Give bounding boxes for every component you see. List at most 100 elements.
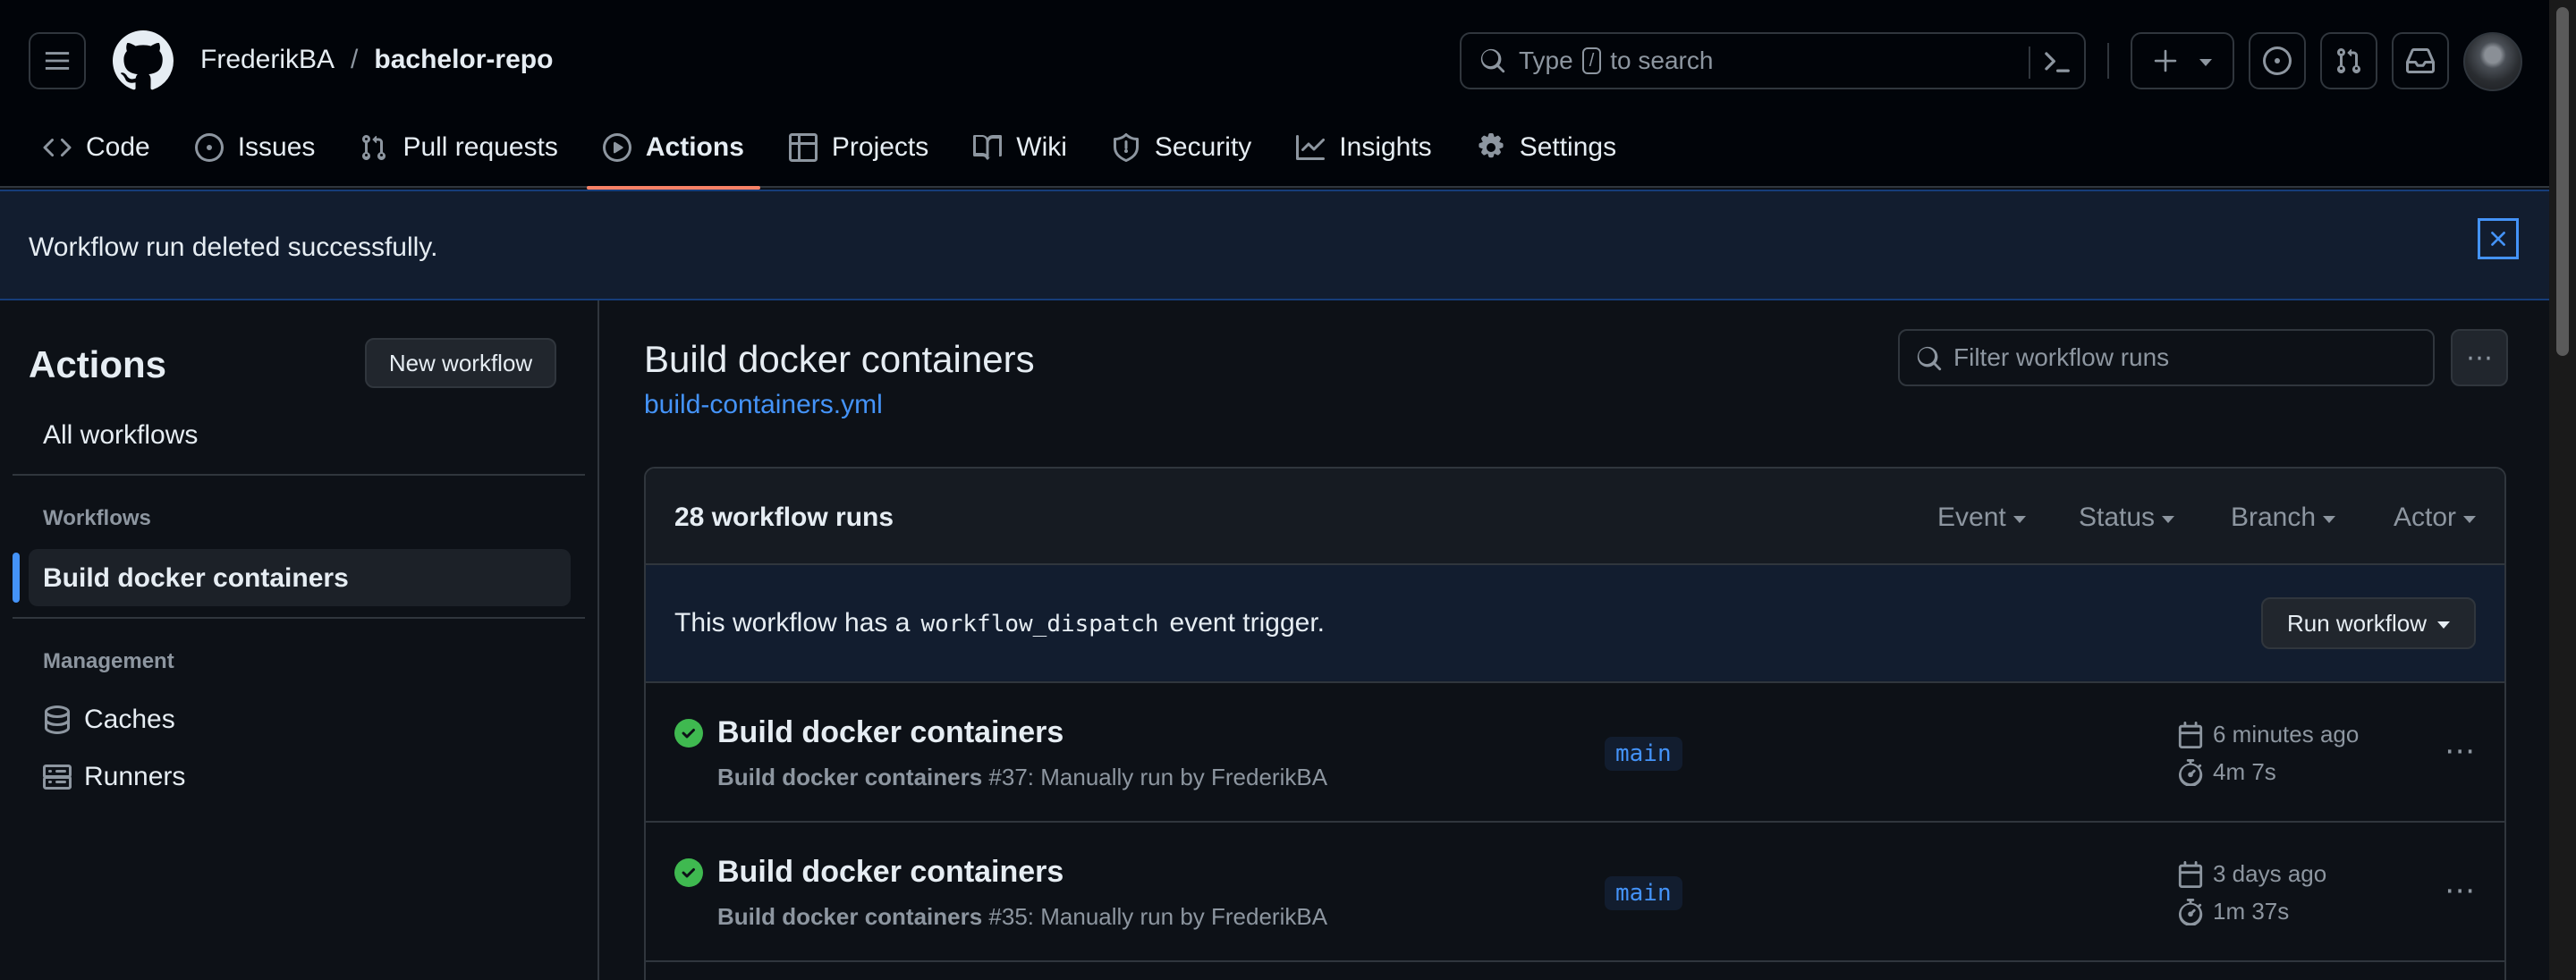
run-menu-button[interactable]: ⋯ — [2440, 873, 2479, 908]
run-duration: 4m 7s — [2177, 758, 2276, 786]
sidebar-item-runners[interactable]: Runners — [43, 762, 185, 792]
issue-opened-icon — [2263, 46, 2292, 75]
run-date: 6 minutes ago — [2177, 721, 2359, 748]
tab-insights-label: Insights — [1339, 132, 1432, 162]
tab-issues[interactable]: Issues — [179, 116, 332, 179]
workflow-file-link[interactable]: build-containers.yml — [644, 390, 883, 420]
status-filter-label: Status — [2079, 503, 2156, 532]
branch-badge[interactable]: main — [1605, 737, 1682, 771]
event-filter-dropdown[interactable]: Event — [1937, 503, 2026, 533]
issue-opened-icon — [194, 133, 224, 162]
tab-code-label: Code — [86, 132, 150, 162]
create-new-button[interactable] — [2131, 32, 2234, 89]
workflow-menu-button[interactable]: ⋯ — [2451, 329, 2508, 386]
run-subtitle: Build docker containers #37: Manually ru… — [717, 764, 1327, 791]
notifications-button[interactable] — [2392, 32, 2449, 89]
header-divider — [2107, 43, 2109, 79]
run-title-link[interactable]: Build docker containers — [717, 715, 1063, 750]
run-workflow-label: Run workflow — [2286, 609, 2428, 637]
close-icon — [2491, 232, 2505, 246]
chevron-down-icon — [2162, 516, 2175, 523]
hamburger-icon — [45, 52, 70, 70]
sidebar-item-label: Build docker containers — [43, 563, 349, 593]
chevron-down-icon — [2012, 516, 2026, 523]
app-window: FrederikBA / bachelor-repo Type / to sea… — [0, 0, 2549, 980]
code-icon — [43, 138, 72, 157]
tab-projects-label: Projects — [831, 132, 929, 162]
active-indicator — [13, 553, 20, 603]
database-icon — [45, 705, 70, 734]
pull-requests-button[interactable] — [2320, 32, 2377, 89]
run-title-link[interactable]: Build docker containers — [717, 855, 1063, 890]
issues-button[interactable] — [2249, 32, 2306, 89]
git-pull-request-icon — [362, 134, 386, 161]
gear-icon — [1479, 133, 1504, 158]
new-workflow-button[interactable]: New workflow — [365, 338, 556, 388]
runs-list-header: 28 workflow runs Event Status Branch Act… — [646, 469, 2504, 565]
run-detail: #37: Manually run by FrederikBA — [988, 764, 1328, 790]
menu-button[interactable] — [29, 32, 86, 89]
dispatch-banner: This workflow has a workflow_dispatch ev… — [646, 565, 2504, 683]
breadcrumb: FrederikBA / bachelor-repo — [200, 45, 553, 75]
scrollbar-thumb[interactable] — [2556, 7, 2569, 356]
tab-settings-label: Settings — [1519, 132, 1617, 162]
run-menu-button[interactable]: ⋯ — [2440, 733, 2479, 769]
run-duration: 1m 37s — [2177, 898, 2289, 925]
flash-message: Workflow run deleted successfully. — [29, 232, 438, 262]
flash-banner: Workflow run deleted successfully. — [0, 190, 2549, 300]
tab-security-label: Security — [1154, 132, 1252, 162]
chevron-down-icon — [2323, 516, 2336, 523]
tab-projects[interactable]: Projects — [773, 116, 945, 179]
kebab-horizontal-icon: ⋯ — [2445, 734, 2475, 768]
user-avatar[interactable] — [2463, 32, 2522, 91]
chevron-down-icon — [2437, 621, 2451, 629]
filter-workflow-runs-input[interactable]: Filter workflow runs — [1898, 329, 2435, 386]
dispatch-text-before: This workflow has a — [674, 608, 911, 638]
run-workflow-button[interactable]: Run workflow — [2261, 597, 2476, 649]
check-circle-fill-icon — [674, 719, 703, 748]
flash-close-button[interactable] — [2478, 218, 2519, 259]
dispatch-code: workflow_dispatch — [920, 611, 1159, 638]
tab-code[interactable]: Code — [27, 116, 166, 179]
branch-filter-dropdown[interactable]: Branch — [2231, 503, 2336, 533]
run-date-text: 6 minutes ago — [2213, 721, 2360, 748]
search-divider — [2029, 46, 2030, 79]
search-prefix: Type — [1519, 46, 1573, 74]
search-icon — [1917, 346, 1942, 371]
command-palette-icon[interactable] — [2041, 46, 2072, 77]
search-input[interactable]: Type / to search — [1460, 32, 2086, 89]
workflow-runs-list: 28 workflow runs Event Status Branch Act… — [644, 467, 2506, 980]
tab-actions[interactable]: Actions — [586, 116, 760, 190]
tab-security[interactable]: Security — [1096, 116, 1267, 179]
breadcrumb-owner[interactable]: FrederikBA — [200, 45, 335, 75]
sidebar-title: Actions — [29, 343, 167, 385]
run-workflow-name: Build docker containers — [717, 764, 983, 790]
run-subtitle: Build docker containers #35: Manually ru… — [717, 903, 1327, 931]
sidebar-item-all-workflows[interactable]: All workflows — [43, 420, 198, 451]
actor-filter-dropdown[interactable]: Actor — [2394, 503, 2477, 533]
branch-filter-label: Branch — [2231, 503, 2317, 532]
sidebar-item-caches[interactable]: Caches — [43, 705, 175, 735]
shield-icon — [1113, 133, 1139, 162]
dispatch-text-after: event trigger. — [1169, 608, 1325, 638]
calendar-icon — [2178, 721, 2203, 748]
tab-insights[interactable]: Insights — [1280, 116, 1447, 179]
github-logo-icon[interactable] — [113, 30, 174, 91]
branch-badge[interactable]: main — [1605, 876, 1682, 910]
workflow-run-row[interactable]: Build docker containers Build docker con… — [646, 823, 2504, 962]
stopwatch-icon — [2179, 898, 2203, 925]
server-icon — [43, 765, 72, 790]
sidebar-heading-management: Management — [43, 649, 174, 673]
status-filter-dropdown[interactable]: Status — [2079, 503, 2175, 533]
sidebar-item-runners-label: Runners — [84, 762, 186, 791]
workflow-run-row[interactable]: Build docker containers Build docker con… — [646, 683, 2504, 823]
breadcrumb-repo[interactable]: bachelor-repo — [374, 45, 553, 75]
check-circle-fill-icon — [674, 858, 703, 887]
run-workflow-name: Build docker containers — [717, 903, 983, 930]
tab-pull-requests[interactable]: Pull requests — [343, 116, 573, 179]
run-detail: #35: Manually run by FrederikBA — [988, 903, 1328, 930]
tab-settings[interactable]: Settings — [1461, 116, 1632, 179]
tab-wiki[interactable]: Wiki — [957, 116, 1083, 179]
calendar-icon — [2178, 860, 2203, 888]
tab-pull-requests-label: Pull requests — [402, 132, 558, 162]
